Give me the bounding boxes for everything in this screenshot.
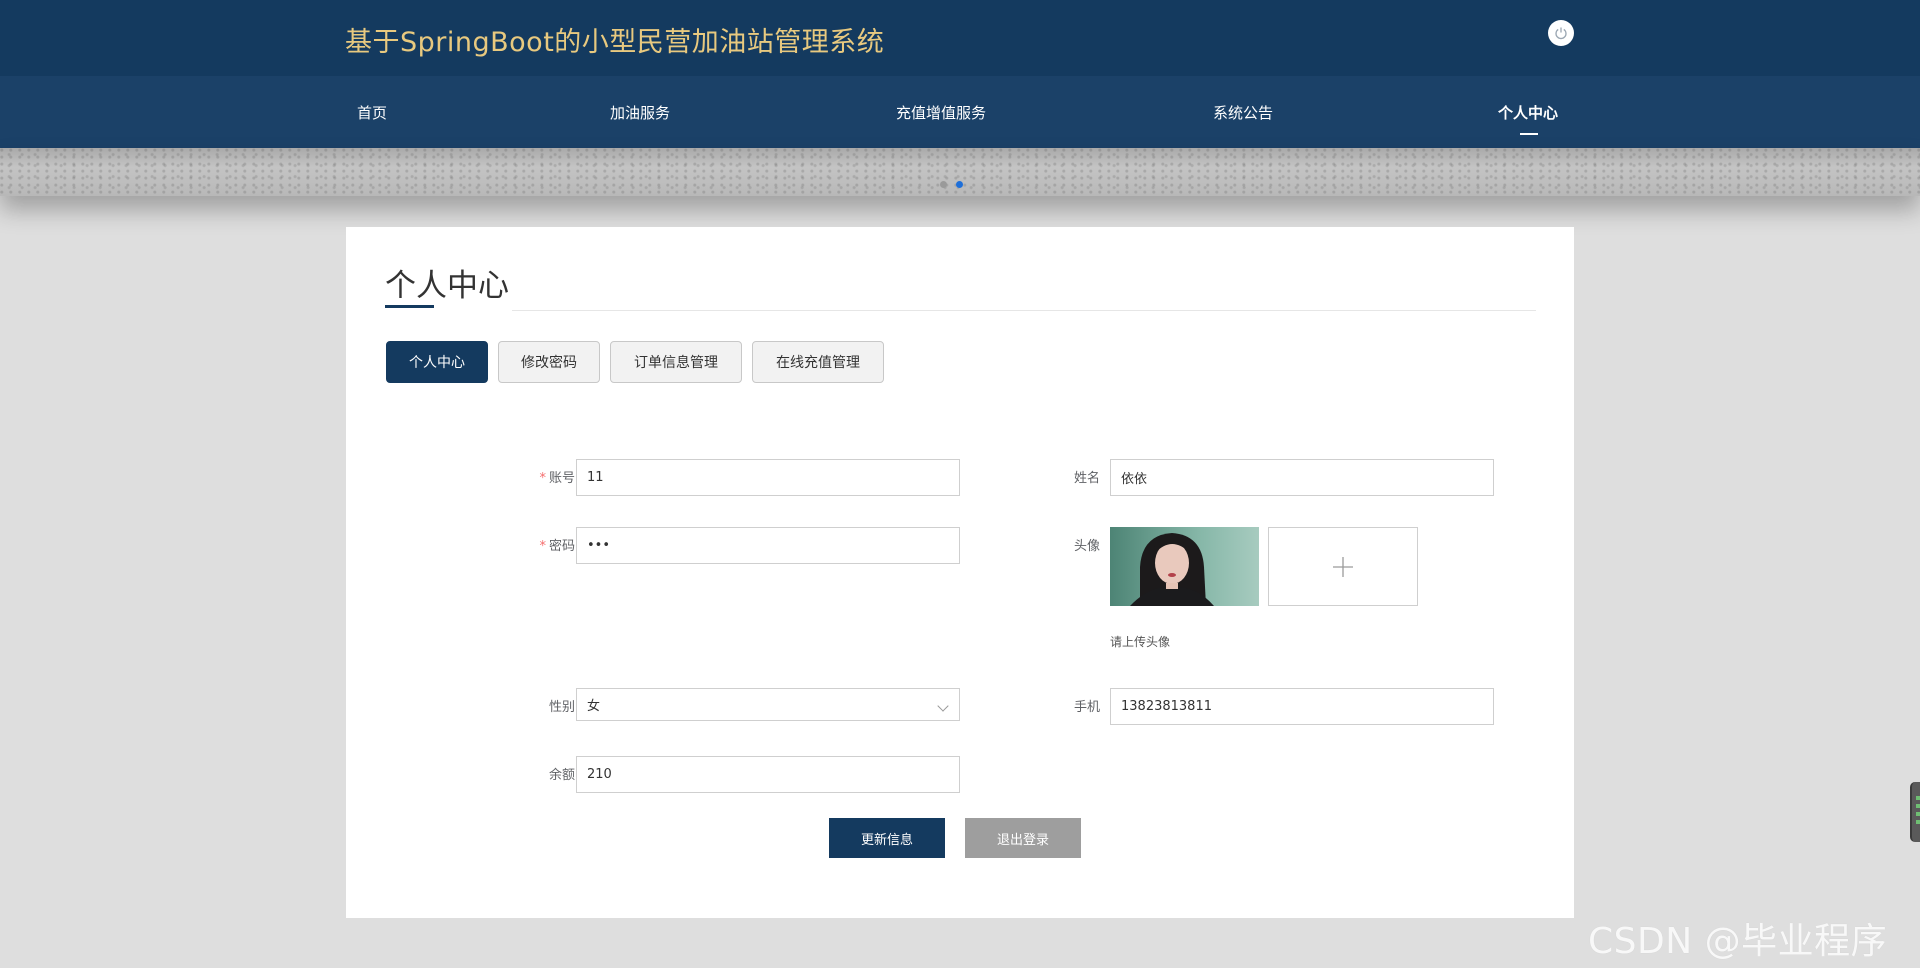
update-info-button[interactable]: 更新信息 <box>829 818 945 858</box>
name-label: 姓名 <box>1073 471 1100 486</box>
avatar-label: 头像 <box>1073 539 1100 554</box>
nav-item-home[interactable]: 首页 <box>357 102 387 123</box>
carousel-dot-active[interactable] <box>956 181 963 188</box>
site-title: 基于SpringBoot的小型民营加油站管理系统 <box>345 27 885 58</box>
account-field[interactable]: 11 <box>576 459 960 496</box>
gender-label: 性别 <box>548 700 575 715</box>
tab-profile[interactable]: 个人中心 <box>386 341 488 383</box>
watermark: CSDN @毕业程序员 <box>1588 921 1888 962</box>
nav-item-recharge[interactable]: 充值增值服务 <box>896 102 986 123</box>
top-header: 基于SpringBoot的小型民营加油站管理系统 <box>0 0 1920 76</box>
avatar-upload-button[interactable] <box>1268 527 1418 606</box>
avatar-image[interactable] <box>1110 527 1259 606</box>
required-mark: * <box>539 471 546 486</box>
tab-online-recharge[interactable]: 在线充值管理 <box>752 341 884 383</box>
power-icon[interactable] <box>1548 20 1574 46</box>
nav-item-profile[interactable]: 个人中心 <box>1498 102 1558 123</box>
carousel-dot[interactable] <box>940 181 947 188</box>
password-field[interactable]: ••• <box>576 527 960 564</box>
balance-label: 余额 <box>548 768 575 783</box>
account-label: * 账号 <box>539 471 575 486</box>
banner-image <box>0 148 1920 196</box>
required-mark: * <box>539 539 546 554</box>
tab-orders[interactable]: 订单信息管理 <box>610 341 742 383</box>
phone-field[interactable]: 13823813811 <box>1110 688 1494 725</box>
logout-button[interactable]: 退出登录 <box>965 818 1081 858</box>
avatar-photo <box>1110 527 1259 606</box>
name-field[interactable]: 依依 <box>1110 459 1494 496</box>
page-title: 个人中心 <box>385 268 509 304</box>
nav-item-notices[interactable]: 系统公告 <box>1213 102 1273 123</box>
phone-label: 手机 <box>1073 700 1100 715</box>
title-divider <box>512 310 1536 311</box>
balance-field[interactable]: 210 <box>576 756 960 793</box>
plus-icon <box>1333 556 1353 577</box>
side-float-widget[interactable] <box>1910 782 1920 842</box>
main-nav: 首页 加油服务 充值增值服务 系统公告 个人中心 <box>0 76 1920 148</box>
gender-select[interactable]: 女 <box>576 688 960 721</box>
avatar-upload-hint: 请上传头像 <box>1110 635 1171 649</box>
gender-value: 女 <box>587 699 601 714</box>
password-label: * 密码 <box>539 539 575 554</box>
profile-card: 个人中心 个人中心 修改密码 订单信息管理 在线充值管理 * 账号 11 * 密码 … <box>346 227 1574 918</box>
chevron-down-icon <box>937 700 949 712</box>
nav-active-indicator <box>1520 133 1538 135</box>
power-glyph <box>1555 27 1567 40</box>
banner-carousel <box>0 148 1920 196</box>
tab-change-password[interactable]: 修改密码 <box>498 341 600 383</box>
nav-item-refuel[interactable]: 加油服务 <box>610 102 670 123</box>
title-accent-bar <box>385 305 434 308</box>
